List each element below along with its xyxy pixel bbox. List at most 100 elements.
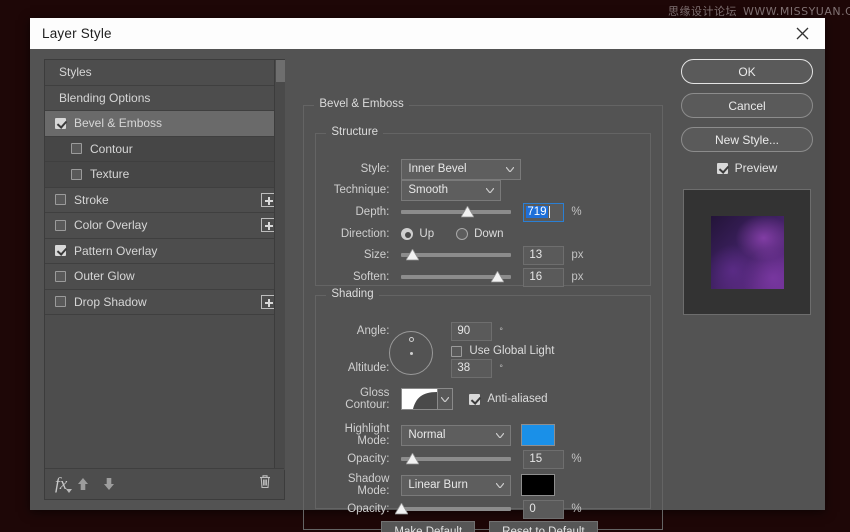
bevel-emboss-panel: Bevel & Emboss Structure Style: Inner Be… <box>303 59 661 500</box>
arrow-down-icon[interactable] <box>96 473 122 495</box>
sidebar-item-styles[interactable]: Styles <box>45 60 284 86</box>
highlight-mode-select[interactable]: Normal <box>401 425 511 446</box>
close-button[interactable] <box>779 18 825 49</box>
sidebar-scrollbar[interactable] <box>274 60 285 470</box>
soften-input[interactable]: 16 <box>523 268 564 287</box>
radio-up[interactable] <box>401 228 413 240</box>
trash-icon[interactable] <box>258 474 272 495</box>
altitude-label: Altitude: <box>315 362 389 374</box>
direction-down-option[interactable]: Down <box>456 228 525 240</box>
style-row: Style: Inner Bevel <box>315 159 651 179</box>
arrow-up-icon[interactable] <box>70 473 96 495</box>
chevron-down-icon <box>506 167 513 174</box>
shadow-opacity-input[interactable]: 0 <box>523 500 564 519</box>
cancel-button[interactable]: Cancel <box>681 93 813 118</box>
highlight-opacity-row: Opacity: 15 % <box>315 449 651 469</box>
angle-input[interactable]: 90 <box>451 322 492 341</box>
sidebar-item-texture[interactable]: Texture <box>45 162 284 188</box>
highlight-opacity-input[interactable]: 15 <box>523 450 564 469</box>
size-label: Size: <box>315 249 389 261</box>
shadow-opacity-slider[interactable] <box>401 502 511 516</box>
checkbox-contour[interactable] <box>71 143 82 154</box>
dialog-title: Layer Style <box>42 26 112 41</box>
direction-up-option[interactable]: Up <box>401 228 456 240</box>
sidebar-item-color-overlay[interactable]: Color Overlay <box>45 213 284 239</box>
slider-thumb[interactable] <box>406 453 419 465</box>
shadow-color-swatch[interactable] <box>521 474 555 496</box>
checkbox-texture[interactable] <box>71 169 82 180</box>
default-buttons: Make Default Reset to Default <box>381 521 597 532</box>
soften-slider[interactable] <box>401 270 511 284</box>
size-row: Size: 13 px <box>315 245 651 265</box>
altitude-input[interactable]: 38 <box>451 359 492 378</box>
sidebar-item-drop-shadow[interactable]: Drop Shadow <box>45 290 284 316</box>
highlight-color-swatch[interactable] <box>521 424 555 446</box>
anti-aliased-option[interactable]: Anti-aliased <box>469 393 547 405</box>
ok-button[interactable]: OK <box>681 59 813 84</box>
direction-down-label: Down <box>474 228 503 240</box>
sidebar-item-label: Stroke <box>74 193 109 207</box>
gloss-contour-row: Gloss Contour: <box>315 387 651 411</box>
add-drop-shadow-button[interactable] <box>261 295 275 309</box>
slider-thumb[interactable] <box>491 271 504 283</box>
sidebar-item-blending-options[interactable]: Blending Options <box>45 86 284 112</box>
gloss-contour-preview[interactable] <box>401 388 438 410</box>
checkbox-anti-aliased[interactable] <box>469 394 480 405</box>
altitude-unit: ° <box>499 363 503 373</box>
watermark-url: WWW.MISSYUAN.COM <box>743 5 850 18</box>
size-input[interactable]: 13 <box>523 246 564 265</box>
soften-value: 16 <box>529 271 542 283</box>
depth-input[interactable]: 719 <box>523 203 564 222</box>
direction-label: Direction: <box>315 228 389 240</box>
gloss-contour-dropdown[interactable] <box>438 388 453 410</box>
radio-down[interactable] <box>456 228 468 240</box>
size-slider[interactable] <box>401 248 511 262</box>
checkbox-drop-shadow[interactable] <box>55 296 66 307</box>
checkbox-stroke[interactable] <box>55 194 66 205</box>
highlight-opacity-unit: % <box>571 453 581 465</box>
checkbox-bevel-emboss[interactable] <box>55 118 66 129</box>
highlight-mode-label: Highlight Mode: <box>315 423 389 447</box>
style-select[interactable]: Inner Bevel <box>401 159 521 180</box>
slider-thumb[interactable] <box>461 206 474 218</box>
sidebar-item-label: Texture <box>90 167 129 181</box>
sidebar-item-bevel-emboss[interactable]: Bevel & Emboss <box>45 111 284 137</box>
sidebar-item-outer-glow[interactable]: Outer Glow <box>45 264 284 290</box>
technique-select[interactable]: Smooth <box>401 180 501 201</box>
preview-option[interactable]: Preview <box>681 161 813 175</box>
slider-track <box>401 507 511 511</box>
sidebar-item-label: Bevel & Emboss <box>74 116 162 130</box>
add-color-overlay-button[interactable] <box>261 218 275 232</box>
effects-list: Styles Blending Options Bevel & Emboss C… <box>45 60 284 468</box>
make-default-button[interactable]: Make Default <box>381 521 475 532</box>
fx-icon[interactable]: fx <box>55 474 67 494</box>
checkbox-pattern-overlay[interactable] <box>55 245 66 256</box>
angle-row: Angle: 90 ° <box>315 321 651 341</box>
gloss-contour-control[interactable] <box>401 388 453 410</box>
chevron-down-icon <box>486 188 493 195</box>
checkbox-preview[interactable] <box>717 163 728 174</box>
add-stroke-button[interactable] <box>261 193 275 207</box>
shadow-mode-select[interactable]: Linear Burn <box>401 475 511 496</box>
highlight-opacity-slider[interactable] <box>401 452 511 466</box>
angle-value: 90 <box>457 325 470 337</box>
altitude-value: 38 <box>457 362 470 374</box>
slider-thumb[interactable] <box>395 503 408 515</box>
scrollbar-thumb[interactable] <box>276 60 285 82</box>
shadow-mode-label: Shadow Mode: <box>315 473 389 497</box>
depth-slider[interactable] <box>401 205 511 219</box>
preview-artwork <box>711 216 784 289</box>
highlight-mode-value: Normal <box>408 429 445 441</box>
checkbox-outer-glow[interactable] <box>55 271 66 282</box>
reset-to-default-button[interactable]: Reset to Default <box>489 521 597 532</box>
checkbox-use-global-light[interactable] <box>451 346 462 357</box>
use-global-light-checkbox-wrap[interactable]: Use Global Light <box>451 345 554 357</box>
sidebar-item-contour[interactable]: Contour <box>45 137 284 163</box>
sidebar-item-pattern-overlay[interactable]: Pattern Overlay <box>45 239 284 265</box>
sidebar-item-label: Drop Shadow <box>74 295 147 309</box>
checkbox-color-overlay[interactable] <box>55 220 66 231</box>
slider-thumb[interactable] <box>406 249 419 261</box>
new-style-button[interactable]: New Style... <box>681 127 813 152</box>
technique-label: Technique: <box>315 184 389 196</box>
sidebar-item-stroke[interactable]: Stroke <box>45 188 284 214</box>
